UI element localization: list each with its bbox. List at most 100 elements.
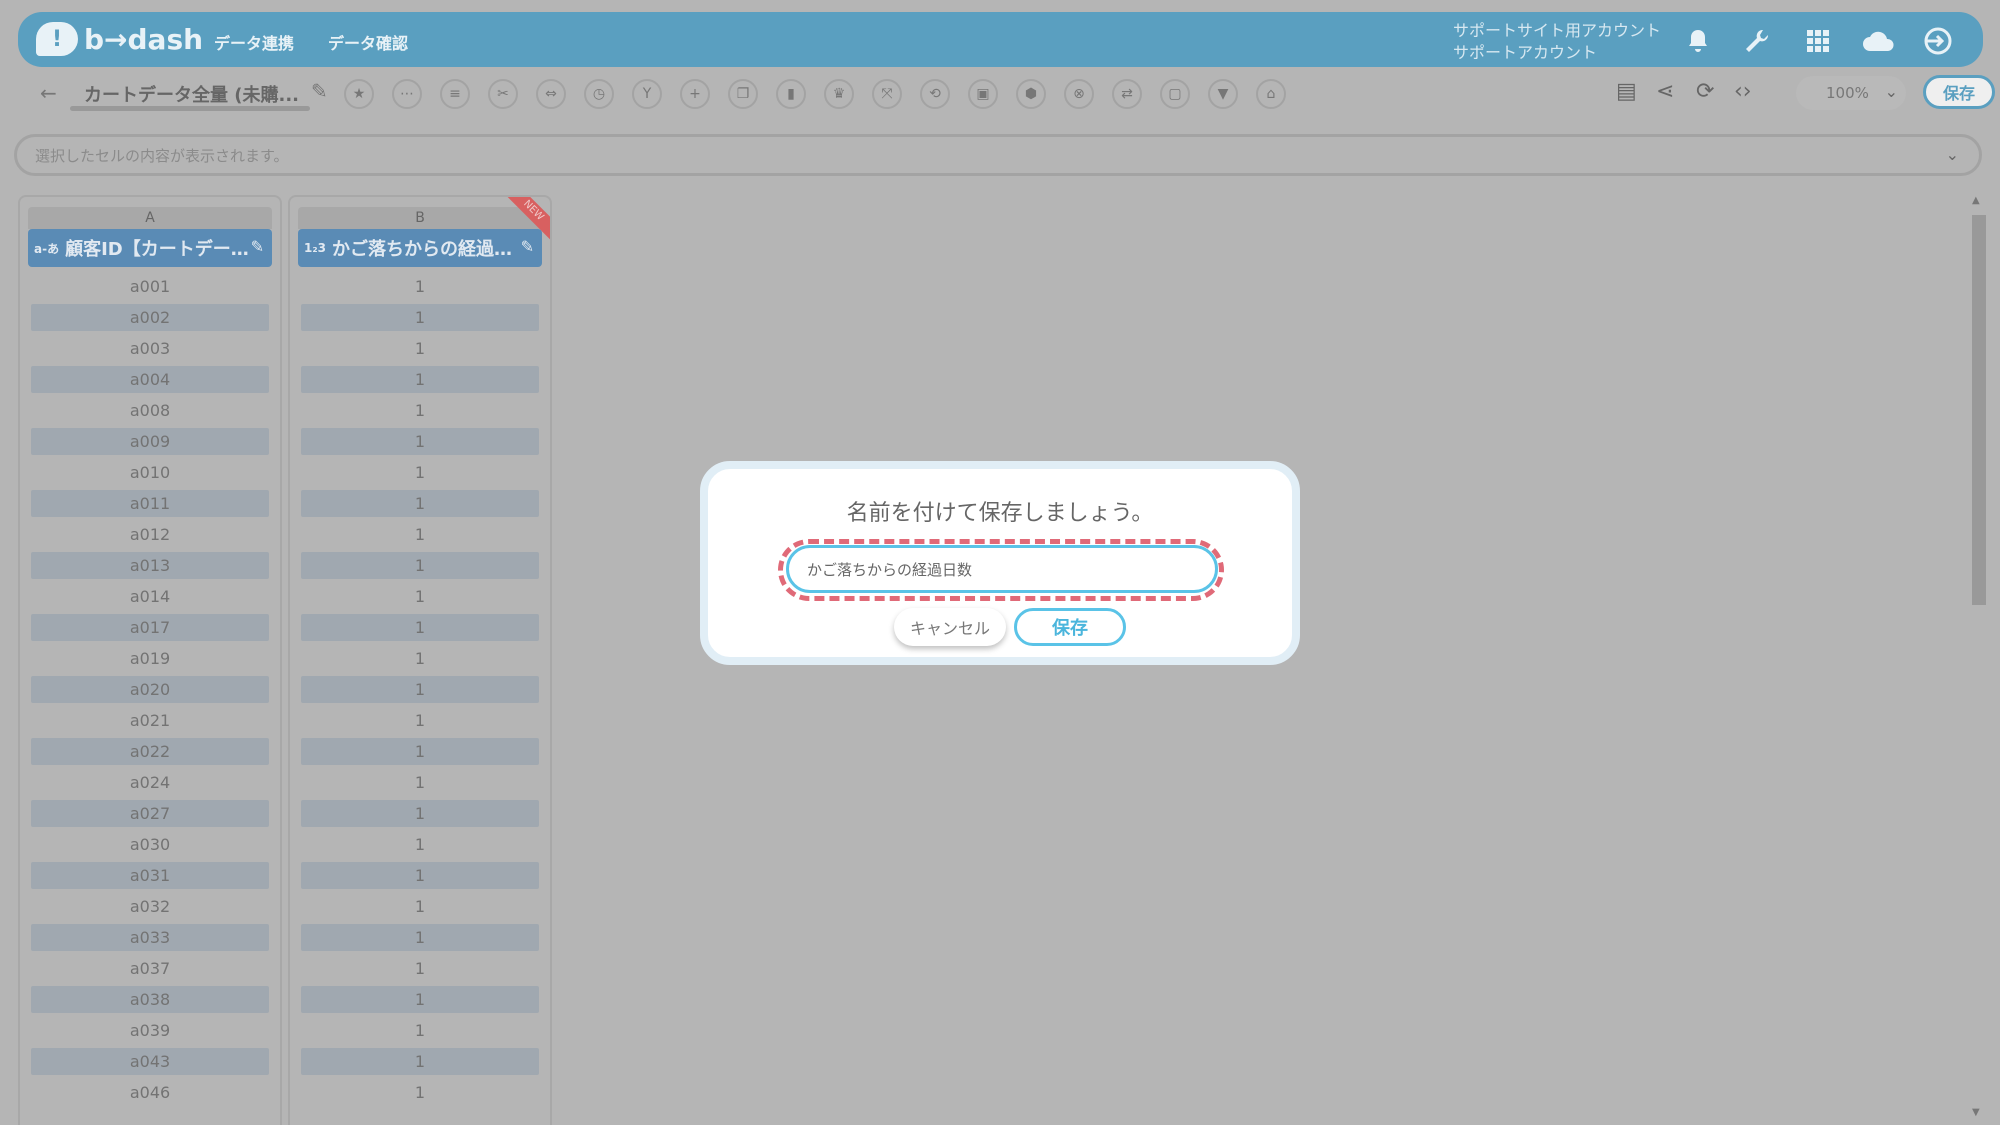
- logout-icon[interactable]: [1921, 24, 1955, 58]
- column-letter[interactable]: A: [28, 207, 272, 229]
- scroll-down-arrow-icon[interactable]: ▼: [1972, 1107, 1980, 1118]
- table-cell[interactable]: a008: [31, 397, 269, 424]
- table-cell[interactable]: 1: [301, 335, 539, 362]
- nav-data-check[interactable]: データ確認: [328, 30, 408, 54]
- stamp-icon[interactable]: ⌂: [1256, 79, 1286, 109]
- table-cell[interactable]: 1: [301, 986, 539, 1013]
- refresh-icon[interactable]: ⟳: [1696, 79, 1714, 104]
- table-cell[interactable]: a032: [31, 893, 269, 920]
- table-cell[interactable]: a019: [31, 645, 269, 672]
- zoom-select[interactable]: 100% ⌄: [1796, 76, 1906, 110]
- table-cell[interactable]: a014: [31, 583, 269, 610]
- table-cell[interactable]: 1: [301, 831, 539, 858]
- filter-icon[interactable]: ▼: [1208, 79, 1238, 109]
- table-cell[interactable]: a002: [31, 304, 269, 331]
- crown-icon[interactable]: ♛: [824, 79, 854, 109]
- box-icon[interactable]: ⬢: [1016, 79, 1046, 109]
- account-info[interactable]: サポートサイト用アカウント サポートアカウント: [1453, 20, 1661, 64]
- table-cell[interactable]: a037: [31, 955, 269, 982]
- cancel-button[interactable]: キャンセル: [894, 608, 1006, 646]
- table-cell[interactable]: a021: [31, 707, 269, 734]
- table-cell[interactable]: 1: [301, 955, 539, 982]
- table-cell[interactable]: a043: [31, 1048, 269, 1075]
- table-cell[interactable]: 1: [301, 645, 539, 672]
- table-cell[interactable]: a012: [31, 521, 269, 548]
- table-cell[interactable]: a033: [31, 924, 269, 951]
- copy-icon[interactable]: ❐: [728, 79, 758, 109]
- table-cell[interactable]: 1: [301, 583, 539, 610]
- table-cell[interactable]: a003: [31, 335, 269, 362]
- cloud-badge-icon[interactable]: [1861, 24, 1895, 58]
- name-input[interactable]: [786, 545, 1218, 593]
- table-cell[interactable]: 1: [301, 1017, 539, 1044]
- table-cell[interactable]: 1: [301, 862, 539, 889]
- chevron-down-icon[interactable]: ⌄: [1946, 145, 1959, 164]
- more-icon[interactable]: ⋯: [392, 79, 422, 109]
- table-cell[interactable]: 1: [301, 428, 539, 455]
- table-cell[interactable]: 1: [301, 1048, 539, 1075]
- table-cell[interactable]: a017: [31, 614, 269, 641]
- vertical-scrollbar[interactable]: ▲ ▼: [1970, 195, 1986, 1125]
- column-letter[interactable]: B: [298, 207, 542, 229]
- grid-icon[interactable]: [1801, 24, 1835, 58]
- table-cell[interactable]: a001: [31, 273, 269, 300]
- table-cell[interactable]: a020: [31, 676, 269, 703]
- table-cell[interactable]: 1: [301, 893, 539, 920]
- loop-icon[interactable]: ⟲: [920, 79, 950, 109]
- save-button[interactable]: 保存: [1923, 75, 1995, 109]
- table-cell[interactable]: 1: [301, 521, 539, 548]
- table-cell[interactable]: a009: [31, 428, 269, 455]
- table-cell[interactable]: 1: [301, 738, 539, 765]
- table-cell[interactable]: a046: [31, 1079, 269, 1106]
- table-cell[interactable]: 1: [301, 800, 539, 827]
- table-cell[interactable]: 1: [301, 490, 539, 517]
- nav-data-integration[interactable]: データ連携: [214, 30, 294, 54]
- table-cell[interactable]: 1: [301, 676, 539, 703]
- timer-icon[interactable]: ◷: [584, 79, 614, 109]
- table-cell[interactable]: 1: [301, 273, 539, 300]
- clipboard-icon[interactable]: ▤: [1616, 79, 1637, 104]
- list-icon[interactable]: ≡: [440, 79, 470, 109]
- bell-icon[interactable]: [1681, 24, 1715, 58]
- table-cell[interactable]: a011: [31, 490, 269, 517]
- edit-title-pencil-icon[interactable]: ✎: [311, 79, 328, 103]
- share-icon[interactable]: ⋖: [1656, 79, 1674, 104]
- flow-title[interactable]: カートデータ全量 (未購...: [84, 81, 299, 107]
- table-cell[interactable]: 1: [301, 614, 539, 641]
- bdash-logo[interactable]: ! b→dash: [36, 22, 203, 56]
- lock-icon[interactable]: ▣: [968, 79, 998, 109]
- table-cell[interactable]: a013: [31, 552, 269, 579]
- table-cell[interactable]: a027: [31, 800, 269, 827]
- scroll-up-arrow-icon[interactable]: ▲: [1972, 195, 1980, 206]
- trash-icon[interactable]: ▮: [776, 79, 806, 109]
- table-cell[interactable]: a038: [31, 986, 269, 1013]
- cell-content-bar[interactable]: 選択したセルの内容が表示されます。 ⌄: [14, 134, 1982, 176]
- table-cell[interactable]: 1: [301, 459, 539, 486]
- dialog-save-button[interactable]: 保存: [1014, 608, 1126, 646]
- table-cell[interactable]: 1: [301, 707, 539, 734]
- frame-icon[interactable]: ▢: [1160, 79, 1190, 109]
- table-cell[interactable]: 1: [301, 397, 539, 424]
- close-circle-icon[interactable]: ⊗: [1064, 79, 1094, 109]
- pencil-icon[interactable]: ✎: [521, 237, 534, 256]
- table-cell[interactable]: a030: [31, 831, 269, 858]
- table-cell[interactable]: 1: [301, 769, 539, 796]
- collapse-icon[interactable]: ⤧: [872, 79, 902, 109]
- table-cell[interactable]: 1: [301, 366, 539, 393]
- table-cell[interactable]: a004: [31, 366, 269, 393]
- table-cell[interactable]: 1: [301, 924, 539, 951]
- back-arrow-icon[interactable]: ←: [40, 81, 57, 105]
- wrench-icon[interactable]: [1740, 24, 1774, 58]
- table-cell[interactable]: 1: [301, 1079, 539, 1106]
- column-header[interactable]: 1₂3 かご落ちからの経過… ✎: [298, 229, 542, 267]
- scrollbar-thumb[interactable]: [1972, 215, 1986, 605]
- expand-columns-icon[interactable]: ⇔: [536, 79, 566, 109]
- add-icon[interactable]: +: [680, 79, 710, 109]
- pencil-icon[interactable]: ✎: [251, 237, 264, 256]
- table-cell[interactable]: 1: [301, 304, 539, 331]
- replace-icon[interactable]: ⇄: [1112, 79, 1142, 109]
- tools-icon[interactable]: ✂: [488, 79, 518, 109]
- table-cell[interactable]: a022: [31, 738, 269, 765]
- table-cell[interactable]: a031: [31, 862, 269, 889]
- branch-icon[interactable]: Y: [632, 79, 662, 109]
